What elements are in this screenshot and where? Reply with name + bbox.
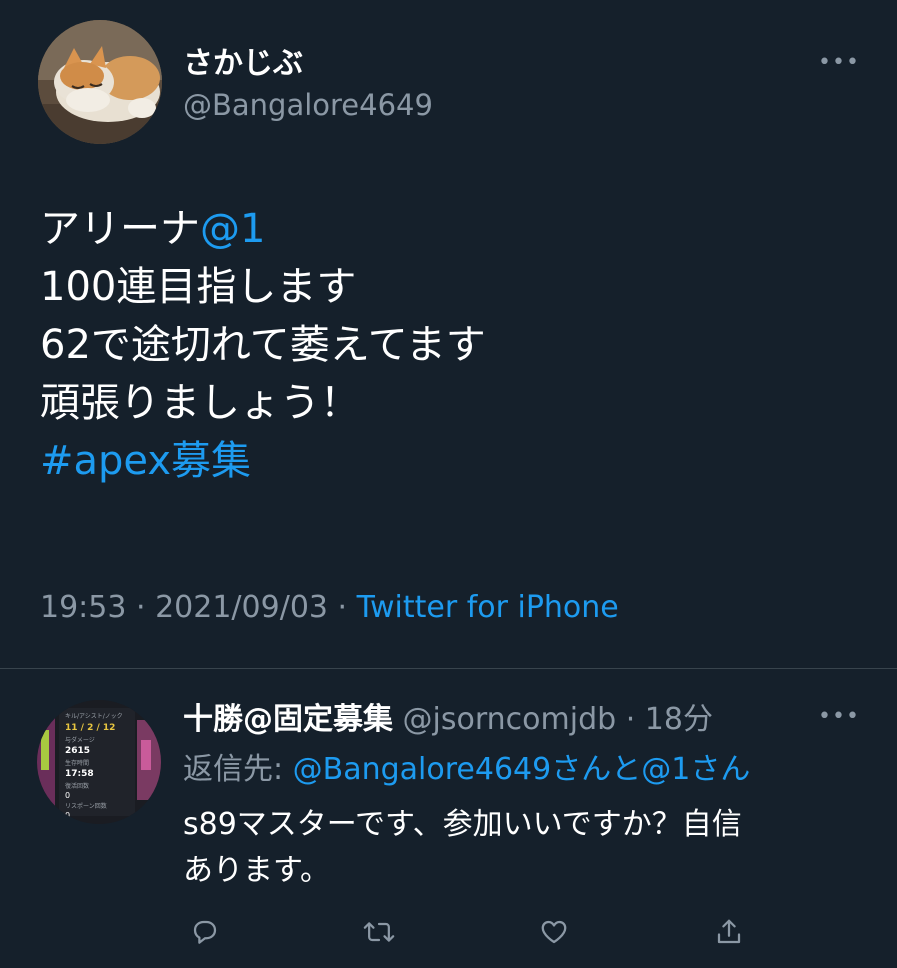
reply-author-avatar[interactable]: キル/アシスト/ノック 11 / 2 / 12 与ダメージ 2615 生存時間 …: [37, 700, 161, 824]
avatar-stat-label: 与ダメージ: [65, 736, 95, 744]
avatar-stat-label: キル/アシスト/ノック: [65, 713, 123, 720]
reply-text: s89マスターです、参加いいですか？自信 あります。: [183, 802, 873, 894]
avatar-stat-value: 2615: [65, 746, 90, 756]
tweet-line-1: アリーナ@1: [40, 200, 486, 258]
avatar-stat-value: 0: [65, 811, 70, 820]
author-display-name[interactable]: さかじぶ: [183, 38, 303, 82]
retweet-icon: [363, 922, 395, 942]
reply-time[interactable]: 18分: [645, 702, 713, 737]
tweet-time[interactable]: 19:53: [40, 590, 126, 625]
retweet-button[interactable]: [357, 910, 401, 954]
tweet-line-2: 100連目指します: [40, 264, 357, 310]
avatar-stat-value: 17:58: [65, 769, 94, 779]
replying-to-mentions[interactable]: @Bangalore4649さんと@1さん: [293, 752, 751, 787]
more-horizontal-icon: •••: [818, 50, 860, 75]
game-stats-avatar-image: キル/アシスト/ノック 11 / 2 / 12 与ダメージ 2615 生存時間 …: [37, 700, 161, 824]
hashtag-link[interactable]: #apex募集: [40, 432, 486, 490]
reply-author-handle[interactable]: @jsorncomjdb: [403, 702, 617, 737]
tweet-source-link[interactable]: Twitter for iPhone: [357, 590, 619, 625]
avatar-stat-label: リスポーン回数: [65, 802, 107, 810]
reply-text-line-2: あります。: [183, 853, 330, 888]
reply-author-display-name[interactable]: 十勝@固定募集: [183, 702, 393, 737]
replying-to-prefix: 返信先:: [183, 752, 293, 787]
meta-separator: ·: [126, 590, 156, 625]
reply-text-line-1: s89マスターです、参加いいですか？自信: [183, 807, 742, 842]
avatar-stat-value: 11 / 2 / 12: [65, 723, 115, 733]
reply-header: 十勝@固定募集 @jsorncomjdb · 18分: [183, 694, 713, 738]
reply-more-options-button[interactable]: •••: [818, 706, 860, 728]
more-options-button[interactable]: •••: [818, 52, 860, 74]
replying-to: 返信先: @Bangalore4649さんと@1さん: [183, 744, 750, 788]
avatar-stat-label: 生存時間: [65, 759, 89, 767]
author-avatar[interactable]: [38, 20, 162, 144]
header-separator: ·: [616, 702, 645, 737]
tweet-meta: 19:53 · 2021/09/03 · Twitter for iPhone: [40, 590, 619, 625]
divider: [0, 668, 897, 669]
reply-button[interactable]: [183, 910, 227, 954]
like-icon: [541, 920, 567, 944]
cat-avatar-image: [38, 20, 162, 144]
tweet-line-3: 62で途切れて萎えてます: [40, 322, 486, 368]
tweet-date[interactable]: 2021/09/03: [155, 590, 328, 625]
share-button[interactable]: [707, 910, 751, 954]
meta-separator: ·: [328, 590, 357, 625]
share-icon: [717, 919, 741, 944]
tweet-line-1-text: アリーナ: [40, 206, 200, 252]
more-horizontal-icon: •••: [818, 704, 860, 729]
avatar-stat-value: 0: [65, 791, 70, 800]
tweet-text: アリーナ@1 100連目指します 62で途切れて萎えてます 頑張りましょう！ #…: [40, 200, 486, 490]
tweet-line-4: 頑張りましょう！: [40, 380, 360, 426]
avatar-stat-label: 復活回数: [65, 782, 89, 790]
mention-link[interactable]: @1: [200, 206, 265, 252]
like-button[interactable]: [532, 910, 576, 954]
reply-icon: [193, 920, 217, 944]
author-handle[interactable]: @Bangalore4649: [183, 88, 433, 122]
